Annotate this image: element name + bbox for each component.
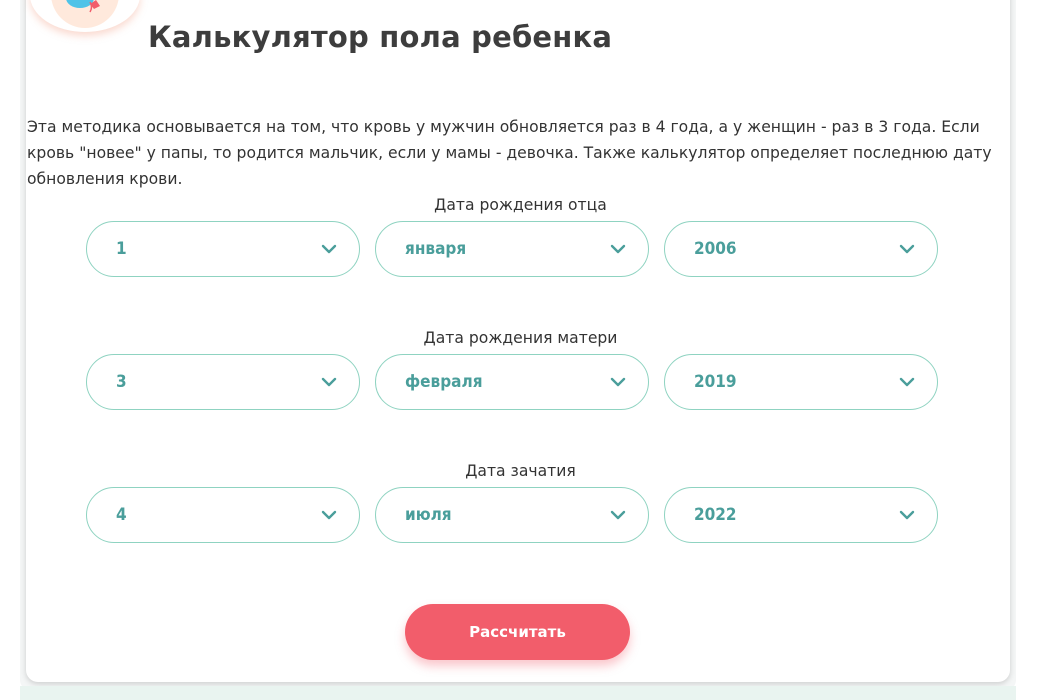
father-year-select[interactable]: 2006 <box>664 221 938 277</box>
conception-day-select[interactable]: 4 <box>86 487 360 543</box>
mother-day-value: 3 <box>116 372 127 392</box>
mother-year-value: 2019 <box>694 372 737 392</box>
conception-day-value: 4 <box>116 505 127 525</box>
page-title: Калькулятор пола ребенка <box>148 20 613 54</box>
chevron-down-icon <box>899 377 915 387</box>
page: Калькулятор пола ребенка Эта методика ос… <box>0 0 1041 700</box>
father-birth-label: Дата рождения отца <box>434 196 607 214</box>
conception-month-select[interactable]: июля <box>375 487 649 543</box>
mother-month-value: февраля <box>405 372 483 392</box>
calculate-button[interactable]: Рассчитать <box>405 604 630 660</box>
mother-year-select[interactable]: 2019 <box>664 354 938 410</box>
father-month-select[interactable]: января <box>375 221 649 277</box>
balloon-logo-icon <box>30 0 140 32</box>
conception-month-value: июля <box>405 505 452 525</box>
conception-year-value: 2022 <box>694 505 737 525</box>
chevron-down-icon <box>899 510 915 520</box>
chevron-down-icon <box>899 244 915 254</box>
father-year-value: 2006 <box>694 239 737 259</box>
method-description: Эта методика основывается на том, что кр… <box>27 118 992 188</box>
chevron-down-icon <box>610 510 626 520</box>
bottom-band <box>20 686 1016 700</box>
father-day-value: 1 <box>116 239 127 259</box>
mother-day-select[interactable]: 3 <box>86 354 360 410</box>
father-month-value: января <box>405 239 467 259</box>
chevron-down-icon <box>321 510 337 520</box>
chevron-down-icon <box>321 244 337 254</box>
mother-birth-label: Дата рождения матери <box>423 329 618 347</box>
chevron-down-icon <box>610 377 626 387</box>
conception-date-label: Дата зачатия <box>465 462 576 480</box>
father-day-select[interactable]: 1 <box>86 221 360 277</box>
chevron-down-icon <box>321 377 337 387</box>
mother-month-select[interactable]: февраля <box>375 354 649 410</box>
conception-year-select[interactable]: 2022 <box>664 487 938 543</box>
chevron-down-icon <box>610 244 626 254</box>
